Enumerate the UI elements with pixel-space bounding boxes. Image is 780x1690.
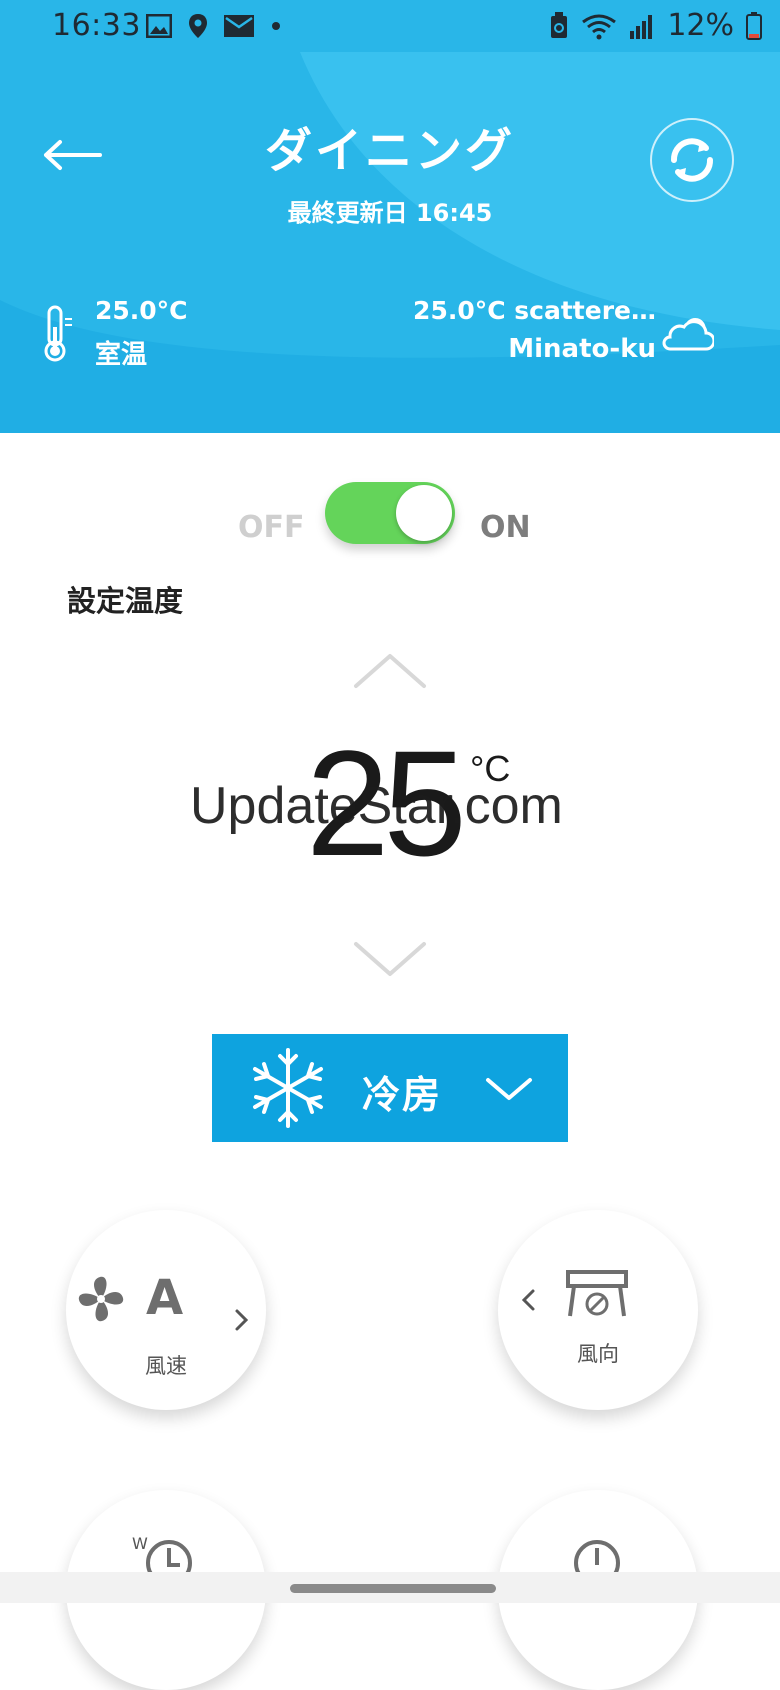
weather-location: Minato-ku: [508, 334, 656, 364]
signal-icon: [630, 14, 653, 39]
home-gesture-handle[interactable]: [290, 1584, 496, 1593]
chevron-down-icon: [354, 942, 426, 976]
power-toggle-knob: [396, 485, 452, 541]
location-icon: [189, 14, 207, 38]
chevron-left-icon: [521, 1289, 535, 1311]
header: 16:33 12% ダイニング 最終更新日 16:45 25.0°C 室温 25…: [0, 0, 780, 433]
status-icons-left: [146, 13, 282, 39]
thermometer-icon: [44, 305, 72, 362]
temperature-down-button[interactable]: [350, 936, 430, 981]
refresh-icon: [671, 138, 713, 182]
snowflake-icon: [253, 1048, 323, 1128]
power-toggle[interactable]: [325, 482, 455, 544]
room-temperature-label: 室温: [95, 340, 148, 370]
mode-label: 冷房: [362, 1073, 443, 1117]
set-temperature-label: 設定温度: [67, 584, 184, 618]
weather-summary: 25.0°C scattere…: [413, 296, 656, 325]
status-time: 16:33: [52, 8, 141, 43]
chevron-up-icon: [354, 654, 426, 688]
airflow-direction-button[interactable]: 風向: [498, 1210, 698, 1410]
air-conditioner-icon: [566, 1270, 628, 1317]
status-icons-right: 12%: [549, 8, 762, 43]
chevron-right-icon: [235, 1309, 249, 1331]
mode-selector[interactable]: 冷房: [212, 1034, 568, 1142]
battery-saver-icon: [551, 11, 568, 38]
cloud-icon: [662, 318, 714, 351]
airflow-direction-label: 風向: [577, 1342, 619, 1366]
navigation-bar: [0, 1572, 780, 1603]
temperature-up-button[interactable]: [350, 648, 430, 693]
fan-speed-button[interactable]: A 風速: [66, 1210, 266, 1410]
room-temperature-value: 25.0°C: [95, 296, 188, 325]
fan-speed-value: A: [146, 1270, 184, 1326]
notification-dot-icon: [272, 22, 280, 30]
wifi-icon: [582, 14, 617, 39]
power-off-label: OFF: [238, 510, 305, 545]
mail-icon: [224, 15, 254, 37]
chevron-down-icon: [486, 1078, 532, 1100]
last-updated: 最終更新日 16:45: [287, 199, 493, 227]
refresh-button[interactable]: [650, 118, 734, 202]
battery-percent: 12%: [667, 8, 734, 43]
battery-icon: [746, 11, 762, 40]
power-on-label: ON: [480, 510, 531, 545]
gallery-icon: [146, 14, 172, 38]
power-toggle-row: OFF ON: [0, 480, 780, 545]
fan-icon: [78, 1276, 124, 1322]
watermark: UpdateStar.com: [190, 777, 563, 835]
status-bar: 16:33 12%: [0, 0, 780, 52]
fan-speed-label: 風速: [145, 1354, 187, 1378]
